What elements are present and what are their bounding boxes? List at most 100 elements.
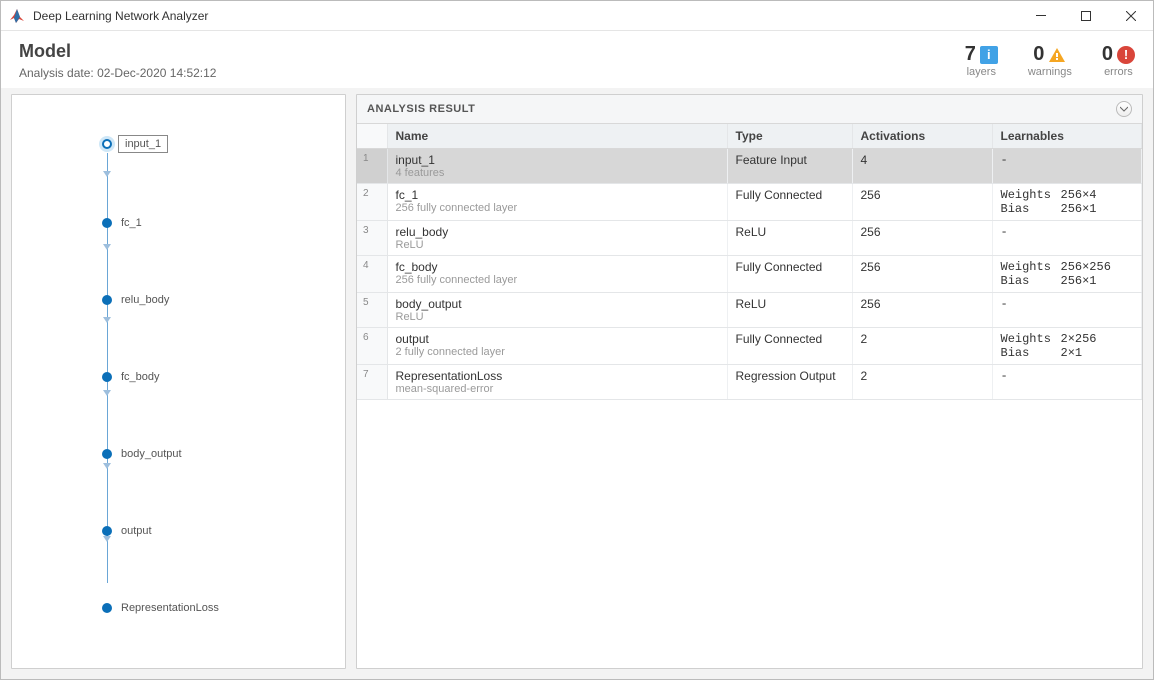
error-icon: ! [1117,46,1135,64]
table-header-row: Name Type Activations Learnables [357,124,1142,149]
analysis-date-value: 02-Dec-2020 14:52:12 [97,66,216,80]
cell-learnables: - [992,221,1142,256]
warning-icon [1048,46,1066,64]
learnable-name: Bias [1001,274,1049,288]
row-index: 7 [357,365,387,400]
learnable-size: 256×256 [1061,260,1111,274]
col-name[interactable]: Name [387,124,727,149]
graph-nodes: input_1 fc_1 relu_body fc_body body_outputou… [102,135,345,615]
stat-warnings: 0 warnings [1028,43,1072,78]
graph-node[interactable]: RepresentationLoss [102,601,345,615]
cell-type: ReLU [727,221,852,256]
matlab-logo-icon [9,8,25,24]
cell-type: ReLU [727,293,852,328]
cell-learnables: - [992,365,1142,400]
table-row[interactable]: 3relu_bodyReLUReLU256- [357,221,1142,256]
info-icon: i [980,46,998,64]
cell-learnables: Weights 256×256 Bias 256×1 [992,256,1142,293]
row-index: 6 [357,328,387,365]
cell-activations: 256 [852,293,992,328]
cell-type: Fully Connected [727,184,852,221]
window-title: Deep Learning Network Analyzer [33,9,1018,23]
table-row[interactable]: 1input_14 featuresFeature Input4- [357,149,1142,184]
node-dot-icon [102,603,112,613]
row-index: 5 [357,293,387,328]
cell-type: Feature Input [727,149,852,184]
graph-area[interactable]: input_1 fc_1 relu_body fc_body body_outputou… [12,95,345,668]
graph-panel: input_1 fc_1 relu_body fc_body body_outputou… [11,94,346,669]
node-label: fc_body [118,370,163,384]
cell-learnables: - [992,293,1142,328]
cell-name: fc_body256 fully connected layer [387,256,727,293]
stat-warnings-value: 0 [1033,43,1044,66]
learnable-name: Weights [1001,188,1049,202]
graph-arrow-icon [103,463,111,469]
stat-layers: 7 i layers [965,43,998,78]
layer-description: 256 fully connected layer [396,202,719,214]
node-label: RepresentationLoss [118,601,222,615]
collapse-button[interactable] [1116,101,1132,117]
node-label: input_1 [118,135,168,153]
main: input_1fc_1relu_bodyfc_bodybody_outputou… [1,88,1153,679]
cell-learnables: Weights2×256Bias2×1 [992,328,1142,365]
cell-learnables: - [992,149,1142,184]
layer-name: relu_body [396,225,719,239]
stat-errors-label: errors [1102,66,1135,78]
table-row[interactable]: 2fc_1256 fully connected layerFully Conn… [357,184,1142,221]
maximize-icon [1081,11,1091,21]
layer-description: 2 fully connected layer [396,346,719,358]
node-label: body_output [118,447,185,461]
graph-node[interactable]: output [102,524,345,538]
node-dot-icon [102,139,112,149]
row-index: 1 [357,149,387,184]
learnable-size: 256×1 [1061,202,1097,216]
cell-type: Regression Output [727,365,852,400]
table-row[interactable]: 4fc_body256 fully connected layerFully C… [357,256,1142,293]
graph-node[interactable]: input_1 [102,135,345,153]
col-activations[interactable]: Activations [852,124,992,149]
graph-arrow-icon [103,171,111,177]
graph-arrow-icon [103,244,111,250]
col-index[interactable] [357,124,387,149]
row-index: 4 [357,256,387,293]
learnable-name: Weights [1001,260,1049,274]
cell-activations: 256 [852,184,992,221]
learnable-name: Bias [1001,346,1049,360]
titlebar: Deep Learning Network Analyzer [1,1,1153,31]
results-header-title: ANALYSIS RESULT [367,103,475,115]
col-learnables[interactable]: Learnables [992,124,1142,149]
page-title: Model [19,41,965,62]
header-left: Model Analysis date: 02-Dec-2020 14:52:1… [19,41,965,80]
layer-name: output [396,332,719,346]
graph-node[interactable]: fc_body [102,370,345,384]
table-row[interactable]: 6output2 fully connected layerFully Conn… [357,328,1142,365]
layer-description: 4 features [396,167,719,179]
table-row[interactable]: 5body_outputReLUReLU256- [357,293,1142,328]
learnable-size: 256×4 [1061,188,1097,202]
node-dot-icon [102,449,112,459]
stat-layers-label: layers [965,66,998,78]
minimize-button[interactable] [1018,1,1063,30]
row-index: 3 [357,221,387,256]
col-type[interactable]: Type [727,124,852,149]
learnable-name: Bias [1001,202,1049,216]
learnable-size: 2×1 [1061,346,1083,360]
header: Model Analysis date: 02-Dec-2020 14:52:1… [1,31,1153,88]
learnable-size: 256×1 [1061,274,1097,288]
cell-activations: 2 [852,365,992,400]
results-panel: ANALYSIS RESULT Name Type Activations Le… [356,94,1143,669]
table-row[interactable]: 7RepresentationLossmean-squared-errorReg… [357,365,1142,400]
chevron-down-icon [1120,105,1128,113]
minimize-icon [1036,11,1046,21]
stat-errors-value: 0 [1102,43,1113,66]
node-label: output [118,524,155,538]
graph-node[interactable]: relu_body [102,293,345,307]
close-button[interactable] [1108,1,1153,30]
cell-activations: 4 [852,149,992,184]
results-table: Name Type Activations Learnables 1input_… [357,124,1142,400]
cell-activations: 2 [852,328,992,365]
row-index: 2 [357,184,387,221]
maximize-button[interactable] [1063,1,1108,30]
graph-node[interactable]: fc_1 [102,216,345,230]
graph-node[interactable]: body_output [102,447,345,461]
